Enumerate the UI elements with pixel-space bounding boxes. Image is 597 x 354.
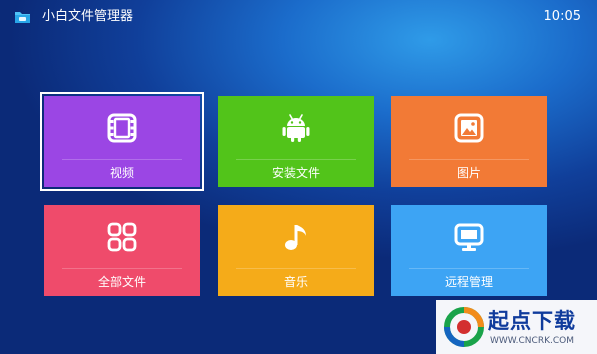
tile-divider	[409, 268, 529, 269]
tile-all-files[interactable]: 全部文件	[44, 205, 200, 296]
tile-music[interactable]: 音乐	[218, 205, 374, 296]
app-title: 小白文件管理器	[42, 9, 134, 24]
monitor-icon	[454, 223, 484, 251]
watermark-url: WWW.CNCRK.COM	[490, 336, 574, 346]
image-icon	[454, 113, 484, 143]
tile-label-music: 音乐	[283, 275, 308, 289]
film-icon	[107, 113, 137, 143]
tile-divider	[62, 268, 182, 269]
watermark-brand: 起点下载	[488, 309, 576, 333]
tile-label-images: 图片	[456, 166, 481, 180]
folder-icon	[15, 12, 30, 23]
tile-divider	[409, 159, 529, 160]
tile-remote-management[interactable]: 远程管理	[391, 205, 547, 296]
tile-label-all-files: 全部文件	[97, 275, 146, 289]
clock: 10:05	[543, 9, 581, 24]
android-icon	[282, 114, 310, 142]
tile-divider	[62, 159, 182, 160]
grid-icon	[107, 222, 137, 252]
tile-images[interactable]: 图片	[391, 96, 547, 187]
music-note-icon	[285, 225, 306, 250]
tile-label-video: 视频	[109, 166, 134, 180]
watermark: 起点下载 WWW.CNCRK.COM	[436, 300, 597, 354]
site-logo-icon	[444, 307, 484, 347]
tile-divider	[236, 159, 356, 160]
top-bar: 小白文件管理器 10:05	[0, 0, 597, 36]
tile-video[interactable]: 视频	[40, 92, 204, 191]
tile-label-install-files: 安装文件	[271, 166, 320, 180]
tile-label-remote-management: 远程管理	[444, 275, 493, 289]
tile-install-files[interactable]: 安装文件	[218, 96, 374, 187]
tile-divider	[236, 268, 356, 269]
